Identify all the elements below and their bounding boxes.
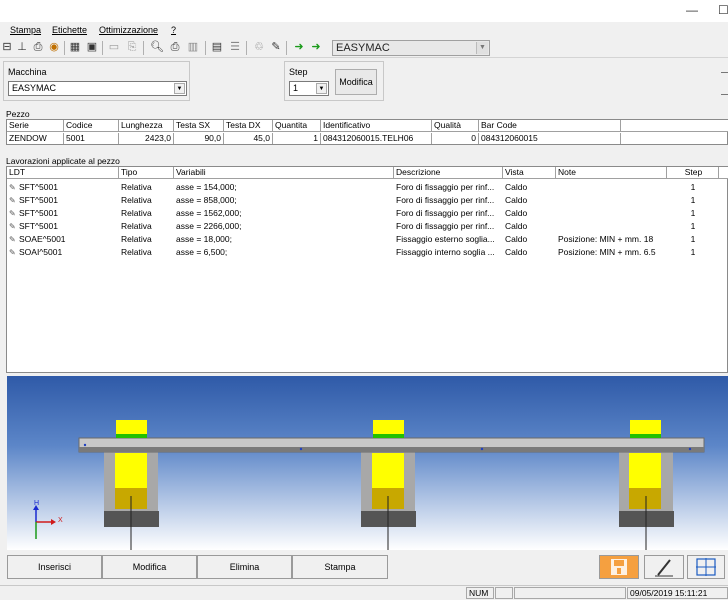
cell-bar-code: 084312060015 <box>479 133 621 144</box>
table-row[interactable]: ✎ SFT^5001 Relativa asse = 154,000; Foro … <box>7 181 727 194</box>
cell-quantita: 1 <box>273 133 321 144</box>
preview-icon[interactable]: 🔍︎ <box>150 41 164 54</box>
cell-identificativo: 084312060015.TELH06 <box>321 133 432 144</box>
bars-icon[interactable]: ☰ <box>228 41 242 54</box>
table-row[interactable]: ✎ SFT^5001 Relativa asse = 858,000; Foro … <box>7 194 727 207</box>
table-row[interactable]: ✎ SOAI^5001 Relativa asse = 6,500; Fissag… <box>7 246 727 259</box>
modify-step-button[interactable]: Modifica <box>335 69 377 95</box>
machine-label: Macchina <box>8 67 47 77</box>
stamp-icon[interactable]: ⎘ <box>125 41 139 54</box>
tool-icon: ✎ <box>9 222 16 231</box>
tool-icon: ✎ <box>9 196 16 205</box>
table-row[interactable]: ✎ SFT^5001 Relativa asse = 2266,000; Foro… <box>7 220 727 233</box>
lavorazioni-table[interactable]: LDT Tipo Variabili Descrizione Vista Not… <box>6 166 728 373</box>
print-icon[interactable]: ⎙ <box>31 41 45 54</box>
col-vista: Vista <box>503 167 556 179</box>
cell-testa-sx: 90,0 <box>174 133 224 144</box>
3d-viewport[interactable]: H X <box>7 376 728 550</box>
col-ldt: LDT <box>7 167 119 179</box>
bottom-button-bar: Inserisci Modifica Elimina Stampa <box>0 551 728 585</box>
menu-stampa[interactable]: Stampa <box>10 25 41 35</box>
toolbar: ⊟ ⊥ ⎙ ◉ ▦ ▣ ▭ ⎘ 🔍︎ ⎙ ▥ ▤ ☰ ♲ ✎ ➜ ➜ EASYM… <box>0 38 728 58</box>
step-group: Step 1 ▼ Modifica <box>284 61 384 101</box>
table-row[interactable]: ✎ SFT^5001 Relativa asse = 1562,000; Foro… <box>7 207 727 220</box>
minimize-button[interactable]: — <box>686 3 698 17</box>
pencil-icon[interactable] <box>644 555 684 579</box>
list-icon[interactable]: ▤ <box>210 41 224 54</box>
status-bar: NUM 09/05/2019 15:11:21 <box>0 585 728 600</box>
col-tipo: Tipo <box>119 167 174 179</box>
wrench-icon[interactable]: ✎ <box>269 41 283 54</box>
col-lunghezza: Lunghezza <box>119 120 174 132</box>
align-icon[interactable]: ⊟ <box>0 41 14 54</box>
insert-button[interactable]: Inserisci <box>7 555 102 579</box>
table-row[interactable]: ✎ SOAE^5001 Relativa asse = 18,000; Fissa… <box>7 233 727 246</box>
screen-icon[interactable]: ▭ <box>107 41 121 54</box>
printer-icon[interactable]: ⎙ <box>168 41 182 54</box>
export-icon[interactable]: ➜ <box>309 41 323 54</box>
menu-ottimizzazione[interactable]: Ottimizzazione <box>99 25 158 35</box>
tool-icon: ✎ <box>9 235 16 244</box>
profile-render <box>33 420 705 550</box>
col-identificativo: Identificativo <box>321 120 432 132</box>
col-testa-dx: Testa DX <box>224 120 273 132</box>
pezzo-table[interactable]: Serie Codice Lunghezza Testa SX Testa DX… <box>6 119 728 145</box>
tool-icon[interactable]: ♲ <box>252 41 266 54</box>
cell-testa-dx: 45,0 <box>224 133 273 144</box>
tool-icon: ✎ <box>9 209 16 218</box>
delete-button[interactable]: Elimina <box>197 555 292 579</box>
maximize-button[interactable]: ☐ <box>718 3 728 17</box>
col-qualita: Qualità <box>432 120 479 132</box>
menu-help[interactable]: ? <box>171 25 176 35</box>
col-quantita: Quantita <box>273 120 321 132</box>
num-lock-indicator: NUM <box>466 587 494 599</box>
table-icon[interactable]: ▥ <box>186 41 200 54</box>
col-variabili: Variabili <box>174 167 394 179</box>
menu-etichette[interactable]: Etichette <box>52 25 87 35</box>
title-bar: — ☐ <box>0 0 728 22</box>
cell-qualita: 0 <box>432 133 479 144</box>
col-serie: Serie <box>7 120 64 132</box>
menu-bar: Stampa Etichette Ottimizzazione ? <box>0 22 728 38</box>
chevron-down-icon: ▼ <box>174 83 185 94</box>
col-note: Note <box>556 167 667 179</box>
tool-icon: ✎ <box>9 183 16 192</box>
tool-icon: ✎ <box>9 248 16 257</box>
copy-icon[interactable]: ▣ <box>85 41 99 54</box>
axis-x-label: X <box>58 517 63 524</box>
step-select[interactable]: 1 ▼ <box>289 81 329 96</box>
grid-icon[interactable]: ▦ <box>68 41 82 54</box>
col-codice: Codice <box>64 120 119 132</box>
split-icon[interactable]: ⊥ <box>15 41 29 54</box>
lavorazioni-label: Lavorazioni applicate al pezzo <box>6 156 120 166</box>
modify-button[interactable]: Modifica <box>102 555 197 579</box>
pezzo-label: Pezzo <box>6 109 30 119</box>
col-step: Step <box>667 167 719 179</box>
col-bar-code: Bar Code <box>479 120 621 132</box>
cell-codice: 5001 <box>64 133 119 144</box>
print-button[interactable]: Stampa <box>292 555 388 579</box>
machine-select[interactable]: EASYMAC ▼ <box>8 81 187 96</box>
save-icon[interactable] <box>599 555 639 579</box>
globe-icon[interactable]: ◉ <box>47 41 61 54</box>
chevron-down-icon: ▼ <box>316 83 327 94</box>
chevron-down-icon: ▼ <box>476 42 488 54</box>
axis-h-label: H <box>34 500 40 507</box>
import-icon[interactable]: ➜ <box>292 41 306 54</box>
machine-group: Macchina EASYMAC ▼ <box>3 61 190 101</box>
col-descrizione: Descrizione <box>394 167 503 179</box>
step-label: Step <box>289 67 308 77</box>
fit-view-icon[interactable] <box>687 555 725 579</box>
col-testa-sx: Testa SX <box>174 120 224 132</box>
status-datetime: 09/05/2019 15:11:21 <box>627 587 728 599</box>
cell-lunghezza: 2423,0 <box>119 133 174 144</box>
cell-serie: ZENDOW <box>7 133 64 144</box>
machine-toolbar-combo[interactable]: EASYMAC ▼ <box>332 40 490 56</box>
